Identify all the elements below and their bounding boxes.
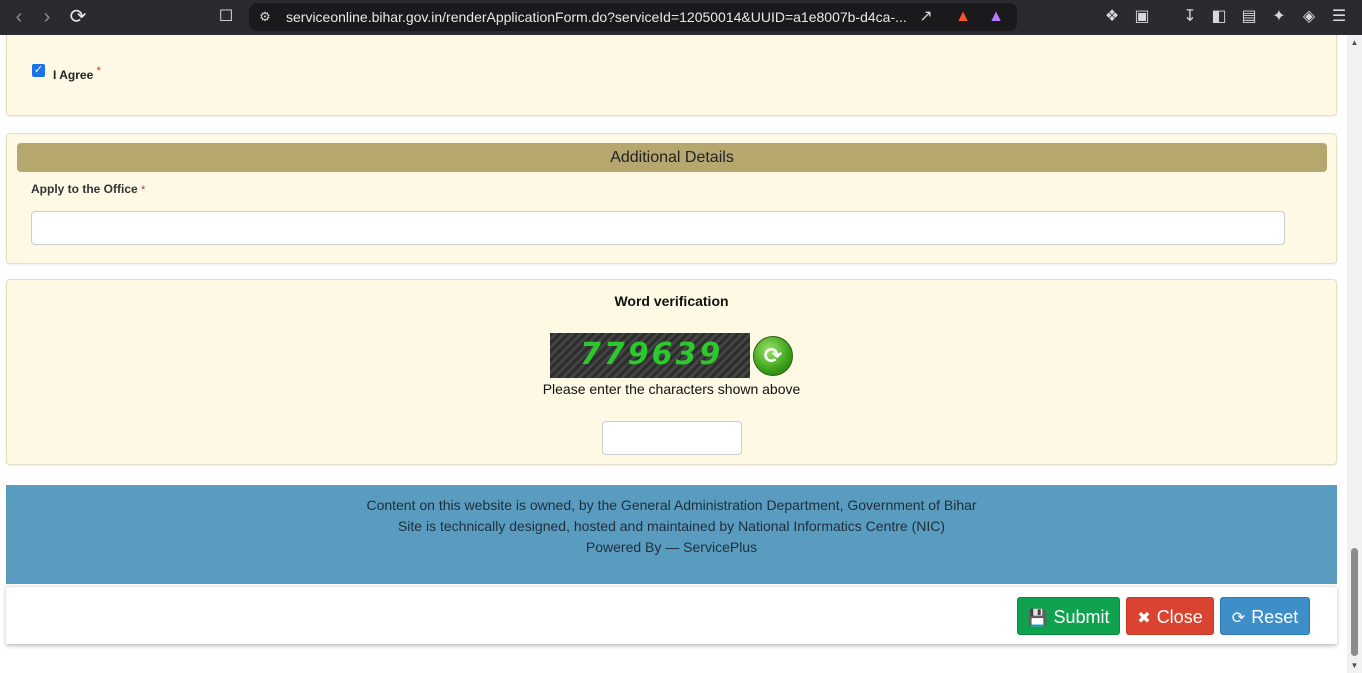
- agree-text: I Agree: [53, 68, 94, 82]
- bookmark-icon[interactable]: ☐: [213, 4, 239, 30]
- save-icon: 💾: [1027, 610, 1048, 627]
- declaration-panel: ✓ I Agree *: [6, 35, 1337, 116]
- footer-powered-by: Powered By — ServicePlus: [585, 539, 758, 555]
- office-label-text: Apply to the Office: [31, 182, 138, 196]
- agree-checkbox[interactable]: ✓: [32, 64, 45, 77]
- agree-label: I Agree *: [53, 65, 101, 82]
- captcha-text: 779639: [580, 337, 724, 372]
- captcha-image: 779639: [550, 333, 750, 378]
- section-header: Additional Details: [17, 143, 1327, 172]
- extensions-icon[interactable]: ❖: [1100, 5, 1124, 29]
- scroll-up-icon[interactable]: ▲: [1350, 38, 1359, 47]
- refresh-captcha-icon[interactable]: ⟳: [753, 336, 793, 376]
- required-mark: *: [96, 65, 101, 77]
- site-footer: Content on this website is owned, by the…: [6, 485, 1337, 584]
- submit-label: Submit: [1053, 607, 1110, 627]
- share-icon[interactable]: ↗: [914, 5, 938, 29]
- search-tab-icon[interactable]: ▣: [1130, 5, 1154, 29]
- wallet-icon[interactable]: ▤: [1237, 5, 1261, 29]
- captcha-hint: Please enter the characters shown above: [542, 381, 801, 397]
- sidebar-icon[interactable]: ◧: [1207, 5, 1231, 29]
- required-mark: *: [141, 184, 146, 196]
- brave-shields-icon[interactable]: ▲: [951, 5, 975, 29]
- site-settings-icon[interactable]: ⚙: [253, 5, 277, 29]
- brave-rewards-icon[interactable]: ▲: [984, 5, 1008, 29]
- leo-ai-icon[interactable]: ✦: [1267, 5, 1291, 29]
- menu-icon[interactable]: ☰: [1327, 5, 1351, 29]
- office-input[interactable]: [31, 211, 1285, 245]
- additional-details-panel: Additional Details Apply to the Office *: [6, 133, 1337, 264]
- reload-icon[interactable]: ⟳: [65, 4, 91, 30]
- page-scrollbar[interactable]: ▲ ▼: [1347, 35, 1362, 673]
- close-icon: ✖: [1137, 610, 1151, 627]
- word-verification-title: Word verification: [614, 293, 729, 309]
- scroll-thumb[interactable]: [1351, 548, 1358, 656]
- close-button[interactable]: ✖ Close: [1126, 597, 1214, 635]
- address-bar[interactable]: ⚙ serviceonline.bihar.gov.in/renderAppli…: [249, 3, 1017, 31]
- action-bar: 💾 Submit ✖ Close ⟳ Reset: [6, 586, 1337, 644]
- scroll-down-icon[interactable]: ▼: [1350, 661, 1359, 670]
- office-field-label: Apply to the Office *: [31, 182, 145, 196]
- back-icon[interactable]: ‹: [6, 4, 32, 30]
- reset-button[interactable]: ⟳ Reset: [1220, 597, 1310, 635]
- browser-toolbar: ‹ › ⟳ ☐ ⚙ serviceonline.bihar.gov.in/ren…: [0, 0, 1362, 35]
- word-verification-panel: Word verification 779639 ⟳ Please enter …: [6, 279, 1337, 465]
- vpn-icon[interactable]: ◈: [1297, 5, 1321, 29]
- submit-button[interactable]: 💾 Submit: [1017, 597, 1120, 635]
- download-icon[interactable]: ↧: [1178, 5, 1202, 29]
- forward-icon[interactable]: ›: [34, 4, 60, 30]
- footer-nic: Site is technically designed, hosted and…: [397, 518, 946, 534]
- captcha-input[interactable]: [602, 421, 742, 455]
- close-label: Close: [1156, 607, 1203, 627]
- refresh-icon: ⟳: [1231, 610, 1246, 627]
- url-text: serviceonline.bihar.gov.in/renderApplica…: [286, 9, 907, 25]
- page-content: ✓ I Agree * Additional Details Apply to …: [0, 35, 1346, 673]
- footer-ownership: Content on this website is owned, by the…: [366, 497, 977, 513]
- reset-label: Reset: [1251, 607, 1299, 627]
